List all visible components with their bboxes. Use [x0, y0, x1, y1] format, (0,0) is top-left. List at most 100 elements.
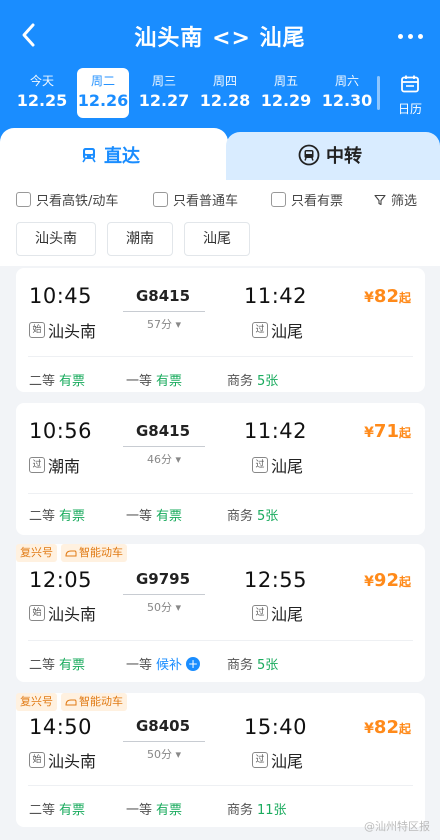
price: ¥71起: [364, 421, 411, 442]
pass-badge: 过: [252, 605, 268, 621]
departure-time: 12:05: [29, 568, 93, 592]
date-selector: 今天 12.25 周二 12.26 周三 12.27 周四 12.28 周五 1…: [0, 68, 440, 120]
tag-smart-emu: 智能动车: [61, 693, 127, 711]
train-icon: [82, 148, 96, 163]
seat-business-class: 商务 5张: [227, 509, 279, 524]
transfer-train-icon: [298, 144, 320, 166]
price: ¥92起: [364, 570, 411, 591]
station-chip[interactable]: 潮南: [107, 222, 173, 256]
page-title: 汕头南 <> 汕尾: [134, 26, 306, 51]
divider: [28, 356, 413, 357]
date-item[interactable]: 周四 12.28: [199, 68, 251, 118]
checkbox-icon: [271, 192, 286, 207]
funnel-icon: [374, 194, 386, 205]
route-line: [123, 311, 205, 312]
station-chip[interactable]: 汕头南: [16, 222, 96, 256]
tag-fuxing: 复兴号: [16, 693, 57, 711]
seat-second-class: 二等 有票: [29, 803, 86, 818]
tag-smart-emu: 智能动车: [61, 544, 127, 562]
departure-time: 14:50: [29, 715, 93, 739]
arrival-time: 11:42: [244, 284, 308, 308]
date-item[interactable]: 周六 12.30: [321, 68, 373, 118]
price: ¥82起: [364, 717, 411, 738]
train-card[interactable]: 10:45 G8415 57分 ▾ 11:42 始 汕头南 过 汕尾 ¥82起 …: [16, 268, 425, 392]
departure-station: 始 汕头南: [29, 748, 96, 772]
train-number: G9795: [135, 570, 191, 588]
checkbox-icon: [153, 192, 168, 207]
train-tags: 复兴号 智能动车: [16, 693, 131, 713]
departure-time: 10:56: [29, 419, 93, 443]
tab-transfer[interactable]: 中转: [226, 132, 440, 180]
train-card[interactable]: 复兴号 智能动车 12:05 G9795 50分 ▾ 12:55 始 汕头南 过…: [16, 544, 425, 682]
filter-button[interactable]: 筛选: [374, 190, 417, 209]
origin-badge: 始: [29, 605, 45, 621]
main-panel: 只看高铁/动车 只看普通车 只看有票 筛选 汕头南 潮南 汕尾 10:45 G8…: [0, 180, 440, 840]
pass-badge: 过: [29, 457, 45, 473]
filter-normal-only[interactable]: 只看普通车: [153, 190, 238, 209]
top-bar: 汕头南 <> 汕尾: [0, 0, 440, 70]
plus-icon[interactable]: +: [186, 656, 201, 671]
pass-badge: 过: [252, 457, 268, 473]
more-icon: [398, 34, 403, 39]
arrival-time: 15:40: [244, 715, 308, 739]
filter-hsr-only[interactable]: 只看高铁/动车: [16, 190, 118, 209]
price: ¥82起: [364, 286, 411, 307]
divider: [28, 640, 413, 641]
pass-badge: 过: [252, 752, 268, 768]
seat-first-class: 一等 有票: [126, 374, 183, 389]
route-line: [123, 741, 205, 742]
date-item[interactable]: 周五 12.29: [260, 68, 312, 118]
train-number: G8415: [135, 287, 191, 305]
seat-business-class: 商务 5张: [227, 374, 279, 389]
seat-first-class: 一等 候补 +: [126, 656, 201, 673]
train-tags: 复兴号 智能动车: [16, 544, 131, 564]
date-item[interactable]: 周三 12.27: [138, 68, 190, 118]
departure-time: 10:45: [29, 284, 93, 308]
train-number: G8405: [135, 717, 191, 735]
duration: 57分 ▾: [146, 318, 182, 331]
origin-badge: 始: [29, 322, 45, 338]
seat-second-class: 二等 有票: [29, 374, 86, 389]
duration: 50分 ▾: [146, 601, 182, 614]
tag-fuxing: 复兴号: [16, 544, 57, 562]
train-icon: [65, 699, 77, 705]
departure-station: 始 汕头南: [29, 318, 96, 342]
chevron-left-icon: [22, 23, 35, 47]
header: 汕头南 <> 汕尾 今天 12.25 周二 12.26 周三 12.27 周四 …: [0, 0, 440, 190]
train-number: G8415: [135, 422, 191, 440]
divider: [28, 493, 413, 494]
seat-first-class: 一等 有票: [126, 803, 183, 818]
station-chip[interactable]: 汕尾: [184, 222, 250, 256]
watermark: @汕州特区报: [364, 820, 430, 833]
tab-bar: 直达 中转: [0, 128, 440, 180]
checkbox-icon: [16, 192, 31, 207]
seat-business-class: 商务 5张: [227, 658, 279, 673]
back-button[interactable]: [14, 20, 44, 50]
divider: [377, 76, 380, 110]
arrival-station: 过 汕尾: [252, 748, 303, 772]
calendar-icon: [401, 75, 419, 93]
station-chips: 汕头南 潮南 汕尾: [0, 218, 440, 266]
arrival-time: 11:42: [244, 419, 308, 443]
origin-badge: 始: [29, 752, 45, 768]
route-line: [123, 446, 205, 447]
tab-direct[interactable]: 直达: [0, 128, 228, 180]
date-item[interactable]: 今天 12.25: [16, 68, 68, 118]
more-button[interactable]: [396, 24, 426, 48]
train-card[interactable]: 10:56 G8415 46分 ▾ 11:42 过 潮南 过 汕尾 ¥71起 二…: [16, 403, 425, 535]
duration: 46分 ▾: [146, 453, 182, 466]
filter-available-only[interactable]: 只看有票: [271, 190, 343, 209]
arrival-station: 过 汕尾: [252, 453, 303, 477]
filter-bar: 只看高铁/动车 只看普通车 只看有票 筛选: [0, 180, 440, 218]
seat-business-class: 商务 11张: [227, 803, 287, 818]
train-icon: [65, 550, 77, 556]
departure-station: 过 潮南: [29, 453, 80, 477]
date-item-selected[interactable]: 周二 12.26: [77, 68, 129, 118]
seat-second-class: 二等 有票: [29, 658, 86, 673]
arrival-station: 过 汕尾: [252, 318, 303, 342]
departure-station: 始 汕头南: [29, 601, 96, 625]
divider: [28, 785, 413, 786]
calendar-button[interactable]: 日历: [390, 74, 430, 116]
train-card[interactable]: 复兴号 智能动车 14:50 G8405 50分 ▾ 15:40 始 汕头南 过…: [16, 693, 425, 827]
seat-first-class: 一等 有票: [126, 509, 183, 524]
